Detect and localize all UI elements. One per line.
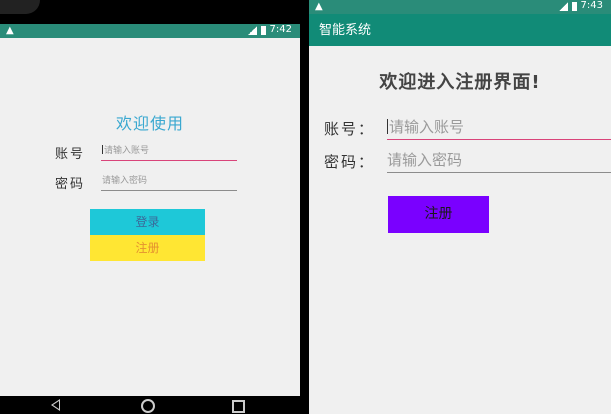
register-screen: 欢迎进入注册界面! 账号： 请输入账号 密码： 请输入密码 注册 [309,46,611,414]
warning-icon: ▲ [6,25,14,36]
password-placeholder: 请输入密码 [102,176,148,186]
status-icons: 7:42 [247,24,292,36]
account-placeholder: 请输入账号 [104,146,150,156]
status-time: 7:43 [580,0,603,11]
account-input[interactable]: 请输入账号 [101,143,237,161]
status-icons: 7:43 [558,0,603,12]
recent-apps-icon[interactable] [232,400,245,413]
login-screen: 欢迎使用 账号 请输入账号 密码 请输入密码 登录 注册 [0,38,300,396]
register-button[interactable]: 注册 [388,196,489,233]
app-title: 智能系统 [309,14,611,46]
password-label: 密码 [55,177,86,192]
text-caret [387,119,388,134]
password-placeholder: 请输入密码 [387,151,463,169]
battery-icon [571,1,577,11]
status-bar: ▲ 7:42 [0,24,300,38]
navigation-bar [0,396,300,414]
account-placeholder: 请输入账号 [389,118,465,136]
signal-icon [247,25,257,35]
account-input[interactable]: 请输入账号 [387,116,611,140]
signal-icon [558,1,568,11]
camera-notch [0,0,40,14]
password-input[interactable]: 请输入密码 [101,173,237,191]
password-input[interactable]: 请输入密码 [387,149,611,173]
account-label: 账号： [324,120,376,138]
home-icon[interactable] [141,399,155,413]
back-icon[interactable] [51,399,60,411]
status-bar: ▲ 7:43 [309,0,611,14]
warning-icon: ▲ [315,1,323,12]
account-label: 账号 [55,147,86,162]
status-time: 7:42 [269,24,292,35]
login-button[interactable]: 登录 [90,209,205,235]
password-label: 密码： [324,153,376,171]
battery-icon [260,25,266,35]
right-phone: ▲ 7:43 智能系统 欢迎进入注册界面! 账号： 请输入账号 密码： 请输入密… [309,0,611,414]
register-button[interactable]: 注册 [90,235,205,261]
welcome-title: 欢迎进入注册界面! [379,72,541,93]
left-phone: ▲ 7:42 欢迎使用 账号 请输入账号 密码 请输入密码 登录 注册 [0,0,300,414]
welcome-title: 欢迎使用 [115,114,184,133]
text-caret [102,145,103,154]
